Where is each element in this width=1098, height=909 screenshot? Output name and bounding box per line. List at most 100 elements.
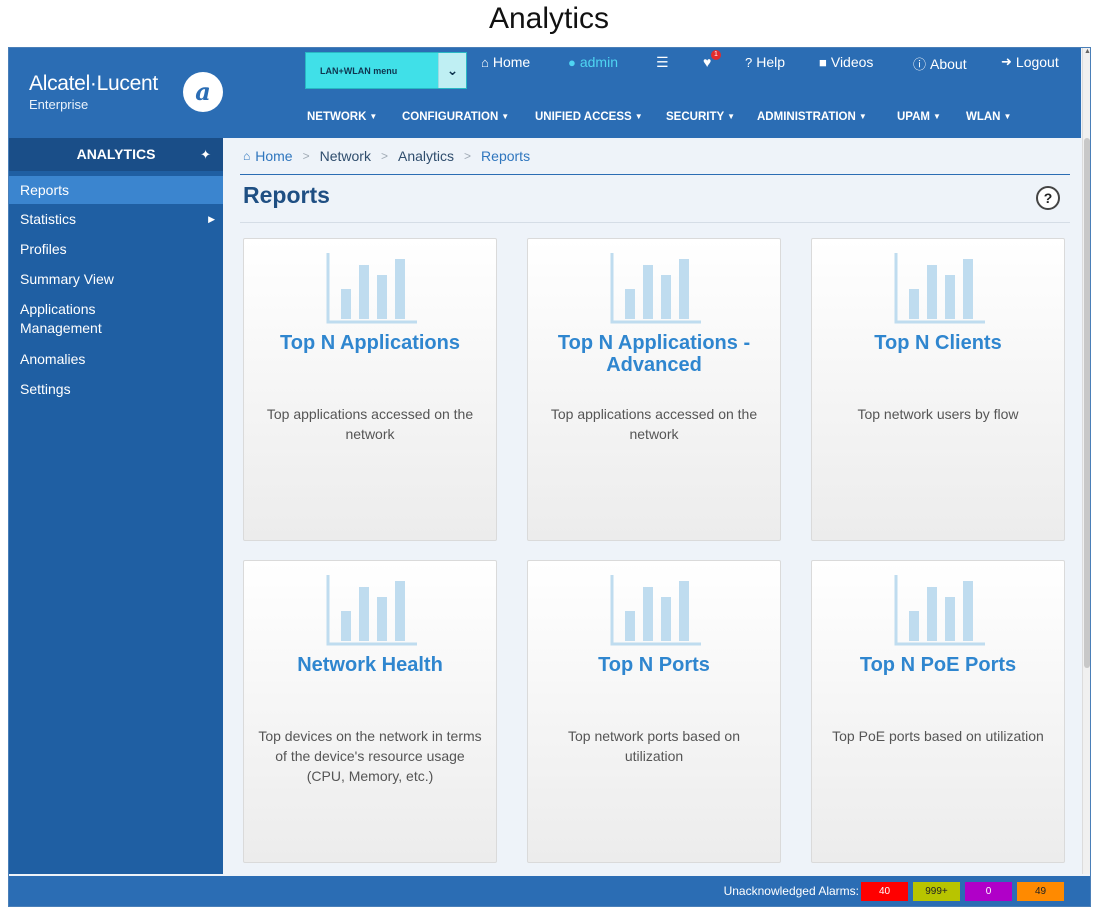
- app-window: Alcatel·Lucent Enterprise a LAN+WLAN men…: [8, 47, 1091, 907]
- card-title: Top N Applications - Advanced: [557, 332, 751, 376]
- nav-administration[interactable]: ADMINISTRATION ▼: [757, 111, 867, 123]
- scroll-up-icon[interactable]: ▲: [1083, 48, 1090, 60]
- card-title: Top N Clients: [874, 332, 1002, 354]
- bar-chart-icon: [610, 253, 701, 324]
- logout-link[interactable]: ➜ Logout: [1001, 54, 1059, 70]
- status-footer: Unacknowledged Alarms: 40 999+ 0 49: [9, 876, 1090, 906]
- card-title: Top N PoE Ports: [859, 654, 1017, 676]
- brand-name: Alcatel·Lucent: [29, 72, 158, 95]
- caret-down-icon: ▼: [369, 112, 378, 121]
- nav-unified-access[interactable]: UNIFIED ACCESS ▼: [535, 111, 643, 123]
- alarm-count-critical[interactable]: 40: [861, 882, 908, 901]
- caret-down-icon: ▼: [501, 112, 510, 121]
- breadcrumb-separator: >: [302, 149, 310, 163]
- breadcrumb-separator: >: [380, 149, 388, 163]
- home-link[interactable]: ⌂ Home: [481, 54, 530, 70]
- sidebar-item-label: Applications Management: [20, 301, 102, 336]
- card-description: Top applications accessed on the network: [550, 406, 758, 442]
- card-title: Top N Ports: [598, 654, 710, 676]
- caret-down-icon: ▼: [727, 112, 736, 121]
- breadcrumb-home[interactable]: Home: [255, 148, 292, 164]
- breadcrumb-analytics[interactable]: Analytics: [398, 148, 454, 164]
- caret-down-icon: ▼: [1003, 112, 1012, 121]
- bar-chart-icon: [326, 575, 417, 646]
- alarm-count-minor[interactable]: 0: [965, 882, 1012, 901]
- about-label: About: [930, 55, 967, 72]
- bar-chart-icon: [894, 575, 985, 646]
- sidebar-item-label: Profiles: [20, 241, 67, 257]
- report-card-network-health[interactable]: Network Health Top devices on the networ…: [243, 560, 497, 863]
- sidebar-item-settings[interactable]: Settings: [9, 374, 223, 404]
- scroll-thumb[interactable]: [1084, 138, 1090, 668]
- alarm-badge: 1: [711, 50, 721, 60]
- sidebar-item-profiles[interactable]: Profiles: [9, 234, 223, 264]
- sidebar-item-label: Reports: [20, 182, 70, 198]
- brand-logo[interactable]: Alcatel·Lucent Enterprise: [29, 72, 158, 112]
- alarm-count-major[interactable]: 999+: [913, 882, 960, 901]
- menu-mode-value: LAN+WLAN menu: [320, 65, 398, 76]
- card-description: Top network ports based on utilization: [568, 728, 740, 764]
- nav-label: ADMINISTRATION: [757, 111, 856, 123]
- card-title: Network Health: [297, 654, 443, 676]
- nav-upam[interactable]: UPAM ▼: [897, 111, 941, 123]
- logout-label: Logout: [1015, 54, 1059, 70]
- videos-label: Videos: [830, 54, 874, 70]
- logout-icon: ➜: [1001, 54, 1012, 69]
- home-icon: ⌂: [243, 149, 251, 163]
- menu-mode-select[interactable]: LAN+WLAN menu ⌄: [305, 52, 467, 89]
- sidebar-item-reports[interactable]: Reports: [9, 176, 223, 204]
- help-label: Help: [756, 54, 786, 70]
- sidebar-item-label: Settings: [20, 381, 71, 397]
- pin-icon[interactable]: ✦: [200, 138, 211, 171]
- videos-link[interactable]: ■ Videos: [819, 54, 873, 70]
- alarm-count-warning[interactable]: 49: [1017, 882, 1064, 901]
- caret-right-icon: ▶: [208, 214, 215, 224]
- bar-chart-icon: [610, 575, 701, 646]
- user-label: admin: [579, 54, 618, 70]
- user-link[interactable]: ● admin: [568, 54, 618, 70]
- sidebar-item-label: Anomalies: [20, 351, 86, 367]
- breadcrumb-reports: Reports: [481, 148, 531, 164]
- report-card-top-n-poe-ports[interactable]: Top N PoE Ports Top PoE ports based on u…: [811, 560, 1065, 863]
- sidebar-header: ANALYTICS ✦: [9, 138, 223, 171]
- help-button[interactable]: ?: [1036, 186, 1060, 210]
- sidebar: ANALYTICS ✦ Reports Statistics ▶ Profile…: [9, 138, 223, 874]
- main-content: ⌂ Home > Network > Analytics > Reports R…: [223, 138, 1082, 874]
- sidebar-item-applications-management[interactable]: Applications Management: [9, 294, 139, 344]
- page-title: Reports: [243, 182, 330, 208]
- sidebar-item-summary-view[interactable]: Summary View: [9, 264, 223, 294]
- vertical-scrollbar[interactable]: ▲: [1082, 48, 1090, 874]
- report-card-top-n-applications-advanced[interactable]: Top N Applications - Advanced Top applic…: [527, 238, 781, 541]
- nav-label: WLAN: [966, 111, 1001, 123]
- help-link[interactable]: ? Help: [745, 54, 785, 70]
- report-card-top-n-applications[interactable]: Top N Applications Top applications acce…: [243, 238, 497, 541]
- card-description: Top applications accessed on the network: [266, 406, 474, 442]
- nav-security[interactable]: SECURITY ▼: [666, 111, 735, 123]
- card-description: Top PoE ports based on utilization: [832, 728, 1044, 744]
- sidebar-item-anomalies[interactable]: Anomalies: [9, 344, 223, 374]
- report-card-top-n-clients[interactable]: Top N Clients Top network users by flow: [811, 238, 1065, 541]
- breadcrumb-network[interactable]: Network: [320, 148, 371, 164]
- bar-chart-icon: [894, 253, 985, 324]
- breadcrumb: ⌂ Home > Network > Analytics > Reports: [243, 148, 530, 164]
- nav-wlan[interactable]: WLAN ▼: [966, 111, 1011, 123]
- top-header: Alcatel·Lucent Enterprise a LAN+WLAN men…: [9, 48, 1081, 138]
- nav-label: SECURITY: [666, 111, 725, 123]
- chevron-down-icon[interactable]: ⌄: [438, 53, 466, 88]
- user-icon: ●: [568, 54, 576, 70]
- breadcrumb-divider: [240, 174, 1070, 175]
- video-camera-icon: ■: [819, 54, 827, 70]
- nav-configuration[interactable]: CONFIGURATION ▼: [402, 111, 509, 123]
- figure-caption: Analytics: [488, 2, 610, 35]
- alarm-bell-icon[interactable]: ♥ 1: [703, 50, 721, 70]
- list-icon[interactable]: ☰: [656, 54, 669, 71]
- question-icon: ?: [745, 54, 753, 70]
- report-card-top-n-ports[interactable]: Top N Ports Top network ports based on u…: [527, 560, 781, 863]
- sidebar-item-statistics[interactable]: Statistics ▶: [9, 204, 223, 234]
- caret-down-icon: ▼: [858, 112, 867, 121]
- nav-network[interactable]: NETWORK ▼: [307, 111, 377, 123]
- info-icon: ⓘ: [913, 57, 927, 72]
- card-title: Top N Applications: [280, 332, 460, 354]
- about-link[interactable]: ⓘ About: [913, 54, 967, 73]
- caret-down-icon: ▼: [634, 112, 643, 121]
